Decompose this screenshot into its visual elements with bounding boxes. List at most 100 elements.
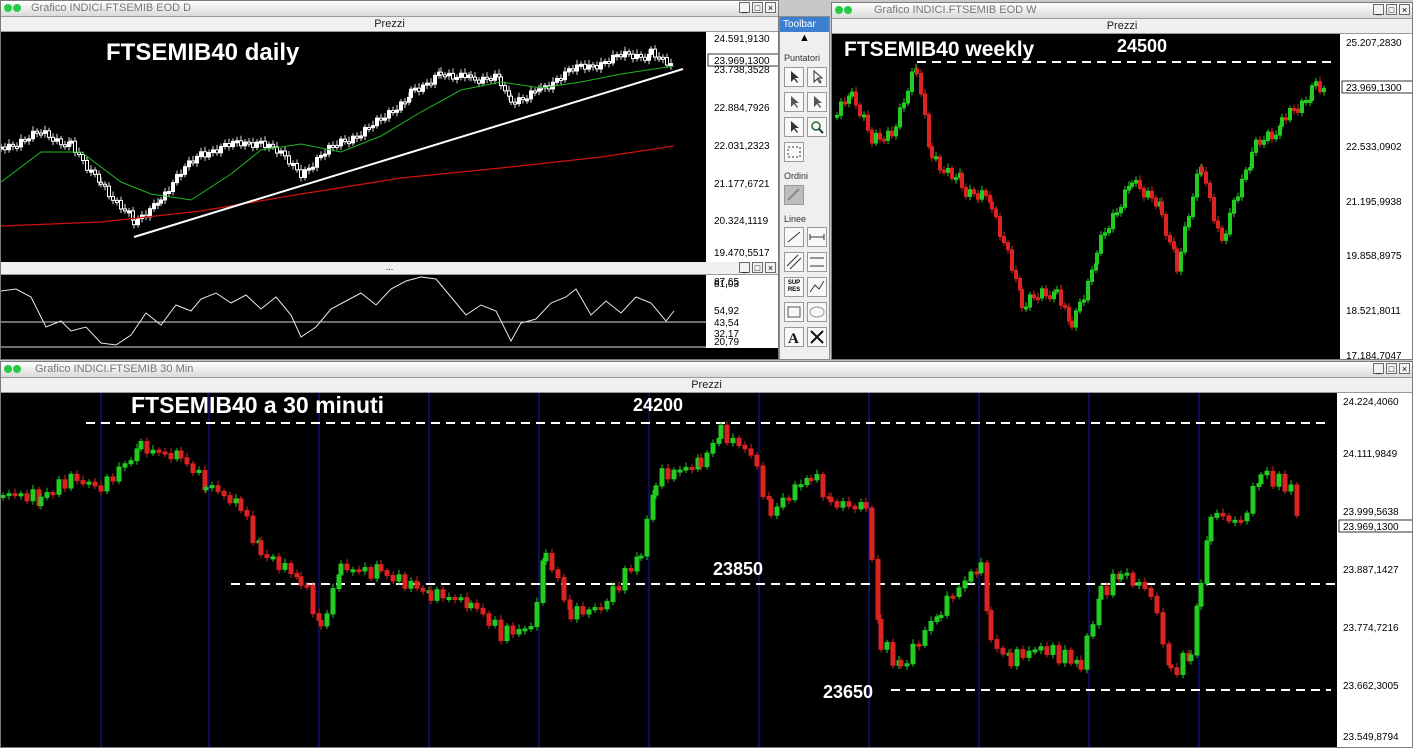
candle [528,626,534,630]
candle [615,54,619,58]
pointer-icon[interactable] [784,67,804,87]
candle [187,160,191,168]
minimize-icon[interactable]: _ [1373,4,1384,15]
candle [396,574,402,582]
candle [294,573,300,578]
candle [56,479,62,495]
parallel-icon[interactable] [807,252,827,272]
marquee-icon[interactable] [784,142,804,162]
svg-text:22.533,0902: 22.533,0902 [1346,142,1402,153]
candle [1258,474,1264,485]
candle [928,620,934,632]
candle [804,477,810,486]
candle [68,473,74,489]
delete-icon[interactable] [807,327,827,347]
candle [863,502,869,509]
candle [1198,582,1204,607]
oscillator-divider[interactable]: ... _ □ × [1,262,778,275]
candle [650,494,656,520]
candle [375,117,379,127]
candle [1154,197,1158,207]
toolbar-collapse-icon[interactable]: ▲ [780,32,829,46]
order-icon[interactable] [784,185,804,205]
pointer-crosshair-icon[interactable] [784,92,804,112]
candle [395,109,399,113]
candle [938,614,944,618]
candle [1278,125,1282,136]
close-icon[interactable]: × [765,2,776,13]
candle [1172,241,1176,250]
daily-window-titlebar[interactable]: Grafico INDICI.FTSEMIB EOD D _ □ × [1,1,778,17]
text-icon[interactable]: A [784,327,804,347]
maximize-icon[interactable]: □ [1386,363,1397,374]
candle [814,474,820,481]
candle [138,441,144,450]
candle [363,126,367,137]
close-icon[interactable]: × [1399,363,1410,374]
candle [942,169,946,173]
candle [1288,107,1292,121]
zoom-icon[interactable] [807,117,827,137]
line-icon[interactable] [784,227,804,247]
pointer-move-icon[interactable] [784,117,804,137]
candle [203,487,209,491]
candle [391,110,395,114]
candle [976,193,980,200]
candle [440,589,446,599]
support-resistance-icon[interactable]: SUP RES [784,277,804,297]
candle [1183,226,1187,253]
daily-oscillator-plot[interactable]: 87,65 81,03 54,92 43,54 32,17 20,79 [1,275,779,348]
rectangle-icon[interactable] [784,302,804,322]
ellipse-icon[interactable] [807,302,827,322]
minimize-icon[interactable]: _ [739,262,750,273]
hline-icon[interactable] [807,227,827,247]
candle [336,574,342,590]
candle [219,145,223,154]
candle [906,90,910,104]
candle [858,502,864,510]
pointer-select-icon[interactable] [807,67,827,87]
candle [250,515,256,544]
candle [38,496,44,507]
candle [238,498,244,511]
maximize-icon[interactable]: □ [752,2,763,13]
weekly-window-titlebar[interactable]: Grafico INDICI.FTSEMIB EOD W _ □ × [832,3,1412,19]
pointer-info-icon[interactable] [807,92,827,112]
polyline-icon[interactable] [807,277,827,297]
maximize-icon[interactable]: □ [752,262,763,273]
intraday-window-titlebar[interactable]: Grafico INDICI.FTSEMIB 30 Min _ □ × [1,362,1412,378]
candle [1124,572,1130,576]
candle [134,448,140,462]
candle [1244,169,1248,180]
maximize-icon[interactable]: □ [1386,4,1397,15]
candle [607,60,611,64]
candle [1052,291,1056,300]
candle [1103,232,1107,236]
candle [922,630,928,646]
minimize-icon[interactable]: _ [739,2,750,13]
minimize-icon[interactable]: _ [1373,363,1384,374]
daily-price-plot[interactable]: FTSEMIB40 daily 24.591,9130 23.738,3528 … [1,32,779,262]
weekly-price-plot[interactable]: FTSEMIB40 weekly 24500 25.207,2830 22.53… [832,34,1413,360]
candle [875,558,881,620]
candle [469,74,473,78]
channel-icon[interactable] [784,252,804,272]
candle [1188,654,1194,662]
close-icon[interactable]: × [765,262,776,273]
candle [1160,612,1166,645]
close-icon[interactable]: × [1399,4,1410,15]
intraday-price-plot[interactable]: FTSEMIB40 a 30 minuti 24200 23850 23650 … [1,393,1413,748]
candle [882,138,886,142]
candle [886,130,890,141]
candle [414,580,420,589]
candle [604,600,610,610]
candle [653,48,657,58]
candle [960,173,964,188]
candle [233,498,239,504]
candle [1232,519,1238,523]
candle [55,138,59,142]
candle [580,606,586,615]
candle [259,140,263,144]
svg-text:A: A [788,331,799,346]
candle [458,597,464,601]
